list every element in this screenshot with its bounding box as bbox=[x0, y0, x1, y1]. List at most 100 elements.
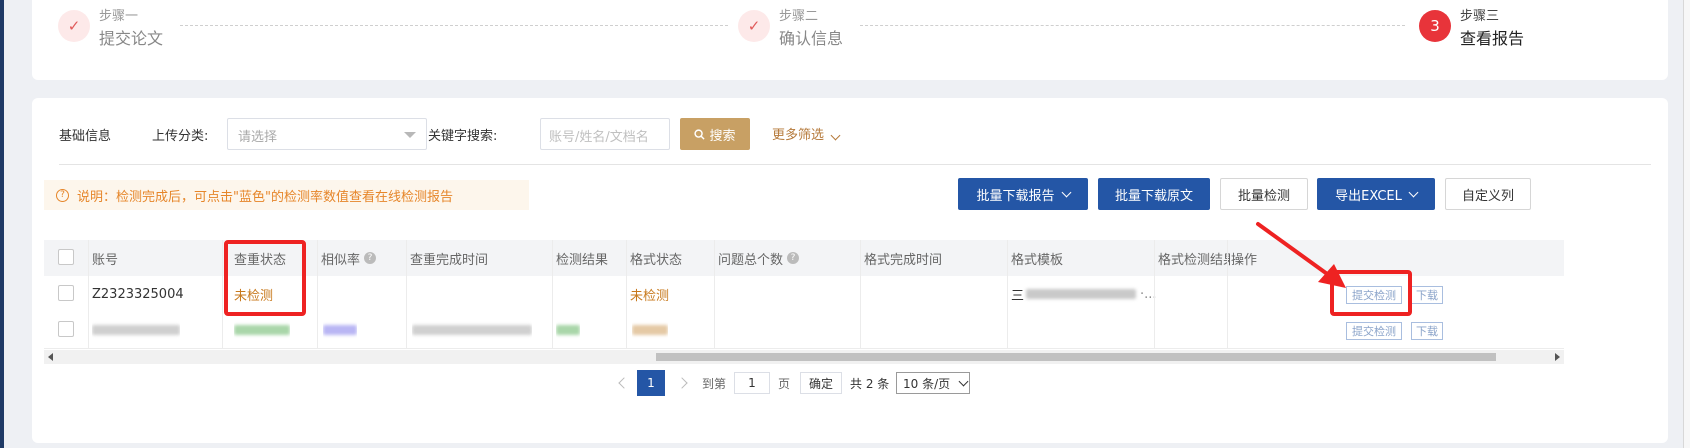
submit-check-button[interactable]: 提交检测 bbox=[1346, 322, 1402, 340]
export-excel-label: 导出EXCEL bbox=[1335, 188, 1402, 204]
page-unit-label: 页 bbox=[778, 376, 791, 391]
scroll-left-icon[interactable] bbox=[48, 353, 53, 361]
more-filters-toggle[interactable]: 更多筛选 bbox=[772, 124, 841, 143]
table-horizontal-scrollbar[interactable] bbox=[44, 350, 1564, 364]
col-divider bbox=[1227, 240, 1228, 348]
step-3-number: 3 bbox=[1419, 10, 1451, 42]
col-divider bbox=[860, 240, 861, 348]
step-connector bbox=[180, 25, 728, 26]
check-icon: ✓ bbox=[58, 10, 90, 42]
chevron-down-icon bbox=[1408, 187, 1419, 197]
notice-text: 说明：检测完成后，可点击"蓝色"的检测率数值查看在线检测报告 bbox=[77, 189, 453, 205]
steps-card: ✓ 步骤一 提交论文 ✓ 步骤二 确认信息 3 步骤三 查看报告 bbox=[32, 0, 1668, 80]
upload-category-select[interactable]: 请选择 bbox=[227, 118, 427, 150]
total-count: 共 2 条 bbox=[850, 376, 890, 391]
col-format-status: 格式状态 bbox=[630, 252, 683, 268]
step-connector bbox=[860, 25, 1405, 26]
chevron-down-icon bbox=[958, 376, 969, 386]
step-3-caption: 步骤三 bbox=[1460, 9, 1500, 24]
col-divider bbox=[406, 240, 407, 348]
caret-down-icon bbox=[404, 132, 416, 138]
col-divider bbox=[317, 240, 318, 348]
prev-page-icon[interactable] bbox=[618, 377, 630, 389]
template-cell: 三 ·... bbox=[1011, 286, 1157, 304]
table-row: 提交检测 下载 bbox=[44, 312, 1564, 349]
col-divider bbox=[552, 240, 553, 348]
col-check-time: 查重完成时间 bbox=[410, 252, 489, 268]
row-checkbox[interactable] bbox=[58, 321, 74, 337]
col-result: 检测结果 bbox=[556, 252, 609, 268]
annotation-box-status bbox=[224, 240, 306, 316]
scroll-right-icon[interactable] bbox=[1555, 353, 1560, 361]
chevron-down-icon bbox=[1061, 187, 1071, 197]
step-3-title: 查看报告 bbox=[1460, 29, 1525, 48]
page-1-button[interactable]: 1 bbox=[637, 370, 665, 396]
window-left-edge bbox=[0, 0, 4, 448]
format-status-cell: 未检测 bbox=[630, 288, 670, 304]
goto-confirm-button[interactable]: 确定 bbox=[800, 372, 842, 394]
template-text: 三 bbox=[1011, 288, 1025, 304]
select-all-checkbox[interactable] bbox=[58, 249, 74, 265]
question-icon: ? bbox=[56, 188, 69, 202]
custom-columns-button[interactable]: 自定义列 bbox=[1445, 178, 1531, 210]
col-divider bbox=[1154, 240, 1155, 348]
goto-page-input[interactable]: 1 bbox=[734, 372, 770, 394]
col-similarity: 相似率? bbox=[321, 240, 377, 276]
format-status-cell bbox=[632, 312, 668, 348]
search-button-label: 搜索 bbox=[709, 128, 736, 144]
step-2-caption: 步骤二 bbox=[779, 9, 819, 24]
upload-category-label: 上传分类: bbox=[152, 129, 209, 144]
col-issue-count-label: 问题总个数 bbox=[718, 252, 784, 268]
scrollbar-thumb[interactable] bbox=[656, 353, 1496, 361]
batch-detect-button[interactable]: 批量检测 bbox=[1220, 178, 1308, 210]
redacted-text bbox=[632, 325, 668, 335]
col-divider bbox=[88, 240, 89, 348]
col-issue-count: 问题总个数? bbox=[718, 240, 800, 276]
export-excel-button[interactable]: 导出EXCEL bbox=[1317, 178, 1435, 210]
redacted-text bbox=[234, 325, 290, 335]
step-1-title: 提交论文 bbox=[99, 29, 164, 48]
redacted-text bbox=[556, 325, 580, 335]
help-icon[interactable]: ? bbox=[364, 252, 377, 264]
redacted-text bbox=[412, 325, 532, 335]
check-time-cell bbox=[412, 312, 532, 348]
notice-banner: ? 说明：检测完成后，可点击"蓝色"的检测率数值查看在线检测报告 bbox=[44, 180, 529, 210]
more-filters-label: 更多筛选 bbox=[772, 128, 825, 143]
redacted-text bbox=[323, 325, 357, 335]
basic-info-label: 基础信息 bbox=[59, 129, 112, 144]
download-button[interactable]: 下载 bbox=[1411, 286, 1443, 304]
step-1-caption: 步骤一 bbox=[99, 9, 139, 24]
filter-divider bbox=[59, 164, 1651, 165]
col-format-template: 格式模板 bbox=[1011, 252, 1064, 268]
batch-download-report-label: 批量下载报告 bbox=[976, 188, 1055, 204]
batch-download-original-button[interactable]: 批量下载原文 bbox=[1098, 178, 1210, 210]
col-divider bbox=[626, 240, 627, 348]
batch-download-report-button[interactable]: 批量下载报告 bbox=[958, 178, 1088, 210]
search-button[interactable]: 搜索 bbox=[680, 118, 750, 150]
keyword-label: 关键字搜索: bbox=[428, 129, 498, 144]
col-format-result: 格式检测结果 bbox=[1158, 252, 1230, 268]
account-cell bbox=[92, 312, 180, 348]
next-page-icon[interactable] bbox=[676, 377, 688, 389]
help-icon[interactable]: ? bbox=[787, 252, 800, 264]
col-divider bbox=[1007, 240, 1008, 348]
chevron-down-icon bbox=[830, 130, 841, 141]
row-checkbox[interactable] bbox=[58, 285, 74, 301]
goto-label: 到第 bbox=[702, 376, 727, 391]
page-size-value: 10 条/页 bbox=[903, 376, 951, 391]
check-status-cell bbox=[234, 312, 290, 348]
page-size-select[interactable]: 10 条/页 bbox=[896, 372, 970, 394]
col-divider bbox=[222, 240, 223, 348]
col-similarity-label: 相似率 bbox=[321, 252, 361, 268]
col-format-time: 格式完成时间 bbox=[864, 252, 943, 268]
col-divider bbox=[714, 240, 715, 348]
page-scrollbar[interactable] bbox=[1683, 0, 1690, 448]
search-icon bbox=[694, 128, 706, 140]
download-button[interactable]: 下载 bbox=[1411, 322, 1443, 340]
account-cell: Z2323325004 bbox=[92, 286, 184, 302]
result-cell bbox=[556, 312, 580, 348]
similarity-cell[interactable] bbox=[323, 312, 357, 348]
keyword-search-input[interactable]: 账号/姓名/文档名 bbox=[540, 118, 670, 150]
redacted-text bbox=[92, 325, 180, 335]
upload-category-placeholder: 请选择 bbox=[238, 130, 278, 145]
